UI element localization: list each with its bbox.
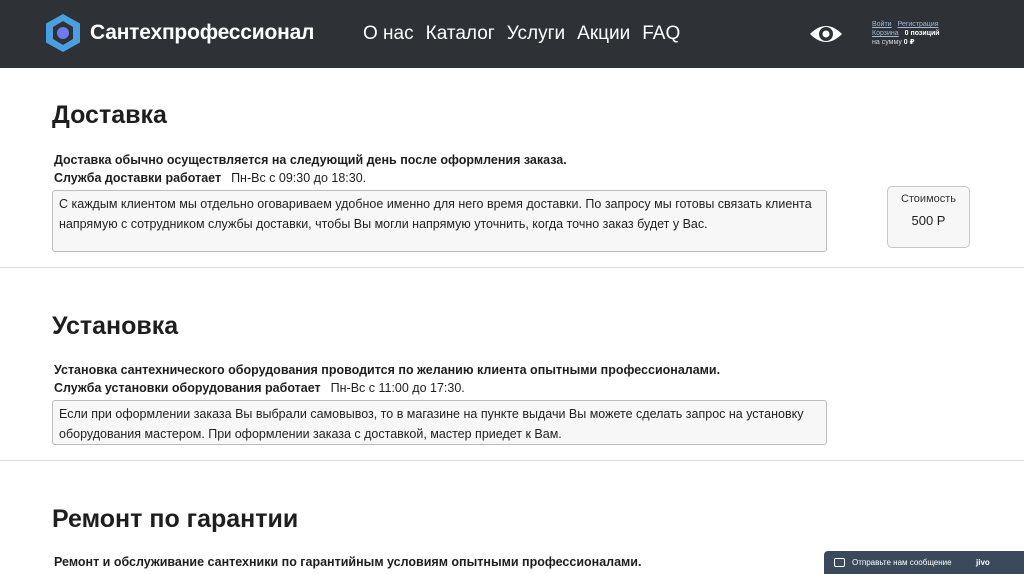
main-nav: О нас Каталог Услуги Акции FAQ — [363, 23, 680, 45]
brand-name[interactable]: Сантехпрофессионал — [90, 21, 314, 45]
cart-sum-label: на сумму — [872, 39, 902, 46]
message-icon — [834, 558, 845, 567]
delivery-hours-value: Пн-Вс с 09:30 до 18:30. — [231, 171, 367, 185]
installation-title: Установка — [52, 312, 179, 340]
delivery-price-value: 500 Р — [911, 213, 946, 228]
logo-icon[interactable] — [42, 12, 84, 54]
delivery-hours: Служба доставки работает Пн-Вс с 09:30 до… — [54, 171, 366, 185]
delivery-hours-label: Служба доставки работает — [54, 171, 222, 185]
warranty-title: Ремонт по гарантии — [52, 505, 299, 533]
installation-note: Если при оформлении заказа Вы выбрали са… — [52, 400, 827, 445]
delivery-title: Доставка — [52, 101, 167, 129]
delivery-note: С каждым клиентом мы отдельно оговаривае… — [52, 190, 827, 252]
cart-link[interactable]: Корзина — [872, 29, 899, 38]
installation-hours-label: Служба установки оборудования работает — [54, 381, 321, 395]
chat-label: Отправьте нам сообщение — [852, 558, 952, 567]
eye-icon[interactable] — [808, 20, 844, 48]
user-panel: Войти Регистрация Корзина 0 позиций на с… — [872, 20, 940, 47]
section-divider — [0, 460, 1024, 461]
delivery-price-box: Стоимость 500 Р — [887, 186, 970, 248]
nav-about[interactable]: О нас — [363, 23, 414, 45]
login-link[interactable]: Войти — [872, 20, 892, 29]
section-divider — [0, 267, 1024, 268]
nav-services[interactable]: Услуги — [507, 23, 565, 45]
warranty-lead: Ремонт и обслуживание сантехники по гара… — [54, 555, 642, 569]
nav-promotions[interactable]: Акции — [577, 23, 630, 45]
installation-lead: Установка сантехнического оборудования п… — [54, 363, 721, 377]
chat-widget[interactable]: Отправьте нам сообщение jivo — [824, 551, 1024, 574]
nav-catalog[interactable]: Каталог — [426, 23, 495, 45]
site-header: Сантехпрофессионал О нас Каталог Услуги … — [0, 0, 1024, 68]
delivery-lead: Доставка обычно осуществляется на следую… — [54, 153, 567, 167]
installation-hours-value: Пн-Вс с 11:00 до 17:30. — [330, 381, 465, 395]
cart-sum-value: 0 ₽ — [903, 39, 915, 46]
nav-faq[interactable]: FAQ — [642, 23, 680, 45]
cart-positions: 0 позиций — [904, 30, 940, 37]
chat-brand: jivo — [976, 558, 990, 567]
delivery-price-label: Стоимость — [900, 193, 957, 205]
register-link[interactable]: Регистрация — [898, 20, 939, 29]
installation-hours: Служба установки оборудования работает Пн… — [54, 381, 465, 395]
